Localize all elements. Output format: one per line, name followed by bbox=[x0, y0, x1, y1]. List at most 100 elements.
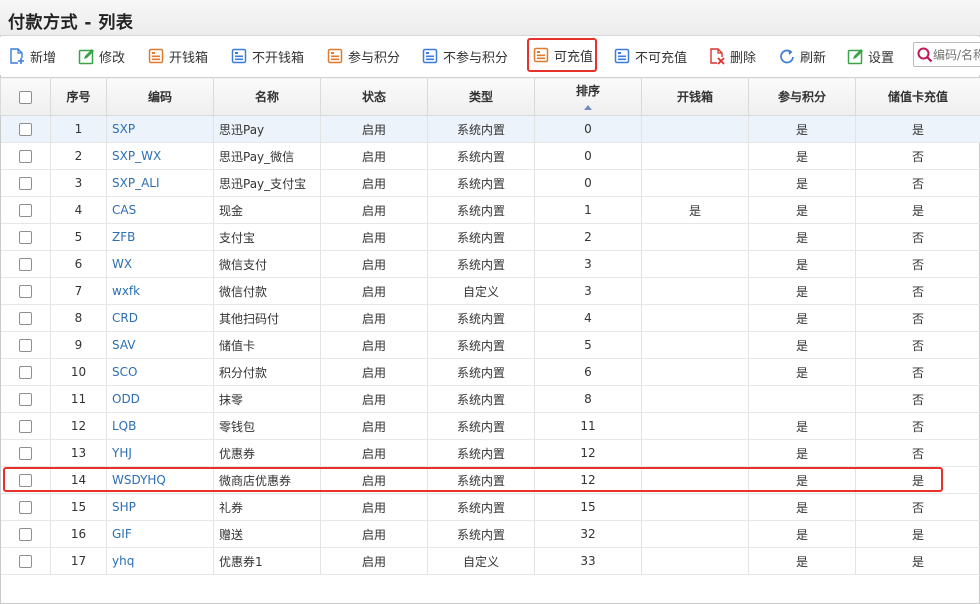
rechargeable-button[interactable]: 可充值 bbox=[527, 38, 597, 72]
cell-select[interactable] bbox=[0, 115, 51, 143]
column-header-status[interactable]: 状态 bbox=[320, 77, 428, 116]
table-row[interactable]: 17 yhq 优惠券1 启用 自定义 33 是是 bbox=[0, 547, 980, 575]
cell-select[interactable] bbox=[0, 439, 51, 467]
cell-type: 系统内置 bbox=[427, 385, 535, 413]
settings-button[interactable]: 设置 bbox=[846, 43, 894, 69]
table-row[interactable]: 16 GIF 赠送 启用 系统内置 32 是是 bbox=[0, 520, 980, 548]
cell-select[interactable] bbox=[0, 142, 51, 170]
column-header-sort[interactable]: 排序 bbox=[534, 77, 642, 116]
table-row[interactable]: 4 CAS 现金 启用 系统内置 1 是是是 bbox=[0, 196, 980, 224]
row-checkbox[interactable] bbox=[18, 339, 32, 352]
cell-code[interactable]: LQB bbox=[106, 412, 214, 440]
cell-select[interactable] bbox=[0, 520, 51, 548]
column-header-code[interactable]: 编码 bbox=[106, 77, 214, 116]
row-checkbox[interactable] bbox=[18, 312, 32, 325]
cell-select[interactable] bbox=[0, 466, 51, 494]
non-rechargeable-button[interactable]: 不可充值 bbox=[613, 43, 687, 69]
row-checkbox[interactable] bbox=[18, 555, 32, 568]
cell-code[interactable]: CRD bbox=[106, 304, 214, 332]
table-row[interactable]: 2 SXP_WX 思迅Pay_微信 启用 系统内置 0 是否 bbox=[0, 142, 980, 170]
row-checkbox[interactable] bbox=[18, 177, 32, 190]
cell-select[interactable] bbox=[0, 547, 51, 575]
edit-button[interactable]: 修改 bbox=[77, 43, 125, 69]
row-checkbox[interactable] bbox=[18, 231, 32, 244]
cell-code[interactable]: SAV bbox=[106, 331, 214, 359]
cell-code[interactable]: ODD bbox=[106, 385, 214, 413]
cell-status: 启用 bbox=[320, 547, 428, 575]
cell-code[interactable]: SXP bbox=[106, 115, 214, 143]
cell-recharge: 否 bbox=[855, 223, 980, 251]
no-cashbox-button[interactable]: 不开钱箱 bbox=[230, 43, 304, 69]
table-row[interactable]: 14 WSDYHQ 微商店优惠券 启用 系统内置 12 是是 bbox=[0, 466, 980, 494]
cell-select[interactable] bbox=[0, 277, 51, 305]
cell-select[interactable] bbox=[0, 412, 51, 440]
cell-select[interactable] bbox=[0, 385, 51, 413]
cell-status: 启用 bbox=[320, 493, 428, 521]
select-all-checkbox[interactable] bbox=[19, 90, 32, 104]
table-row[interactable]: 7 wxfk 微信付款 启用 自定义 3 是否 bbox=[0, 277, 980, 305]
row-checkbox[interactable] bbox=[18, 285, 32, 298]
table-row[interactable]: 6 WX 微信支付 启用 系统内置 3 是否 bbox=[0, 250, 980, 278]
column-header-recharge[interactable]: 储值卡充值 bbox=[855, 77, 980, 116]
cell-code[interactable]: CAS bbox=[106, 196, 214, 224]
cell-cashbox bbox=[641, 250, 749, 278]
row-checkbox[interactable] bbox=[18, 474, 32, 487]
search-input[interactable] bbox=[933, 47, 980, 62]
column-header-type[interactable]: 类型 bbox=[427, 77, 535, 116]
cell-select[interactable] bbox=[0, 331, 51, 359]
cell-code[interactable]: wxfk bbox=[106, 277, 214, 305]
table-row[interactable]: 13 YHJ 优惠券 启用 系统内置 12 是否 bbox=[0, 439, 980, 467]
open-cashbox-button[interactable]: 开钱箱 bbox=[147, 43, 208, 69]
column-header-points[interactable]: 参与积分 bbox=[748, 77, 856, 116]
row-checkbox[interactable] bbox=[18, 258, 32, 271]
cell-code[interactable]: YHJ bbox=[106, 439, 214, 467]
table-row[interactable]: 10 SCO 积分付款 启用 系统内置 6 是否 bbox=[0, 358, 980, 386]
row-checkbox[interactable] bbox=[18, 150, 32, 163]
row-checkbox[interactable] bbox=[18, 501, 32, 514]
table-row[interactable]: 5 ZFB 支付宝 启用 系统内置 2 是否 bbox=[0, 223, 980, 251]
row-checkbox[interactable] bbox=[18, 447, 32, 460]
cell-code[interactable]: SCO bbox=[106, 358, 214, 386]
no-points-button[interactable]: 不参与积分 bbox=[421, 43, 508, 69]
join-points-button[interactable]: 参与积分 bbox=[326, 43, 400, 69]
cell-code[interactable]: SXP_WX bbox=[106, 142, 214, 170]
cell-code[interactable]: yhq bbox=[106, 547, 214, 575]
cell-code[interactable]: WX bbox=[106, 250, 214, 278]
cell-code[interactable]: WSDYHQ bbox=[106, 466, 214, 494]
table-row[interactable]: 12 LQB 零钱包 启用 系统内置 11 是否 bbox=[0, 412, 980, 440]
column-header-no[interactable]: 序号 bbox=[50, 77, 107, 116]
cell-select[interactable] bbox=[0, 223, 51, 251]
row-checkbox[interactable] bbox=[18, 123, 32, 136]
cell-code[interactable]: SXP_ALI bbox=[106, 169, 214, 197]
cell-code[interactable]: GIF bbox=[106, 520, 214, 548]
cell-cashbox bbox=[641, 493, 749, 521]
search-box[interactable] bbox=[913, 42, 980, 67]
cell-select[interactable] bbox=[0, 358, 51, 386]
cell-select[interactable] bbox=[0, 196, 51, 224]
column-header-cashbox[interactable]: 开钱箱 bbox=[641, 77, 749, 116]
table-row[interactable]: 8 CRD 其他扫码付 启用 系统内置 4 是否 bbox=[0, 304, 980, 332]
cell-status: 启用 bbox=[320, 439, 428, 467]
row-checkbox[interactable] bbox=[18, 366, 32, 379]
table-row[interactable]: 9 SAV 储值卡 启用 系统内置 5 是否 bbox=[0, 331, 980, 359]
cell-select[interactable] bbox=[0, 493, 51, 521]
cell-select[interactable] bbox=[0, 169, 51, 197]
row-checkbox[interactable] bbox=[18, 393, 32, 406]
cell-select[interactable] bbox=[0, 250, 51, 278]
table-row[interactable]: 15 SHP 礼券 启用 系统内置 15 是否 bbox=[0, 493, 980, 521]
cell-points: 是 bbox=[748, 169, 856, 197]
cell-code[interactable]: ZFB bbox=[106, 223, 214, 251]
row-checkbox[interactable] bbox=[18, 420, 32, 433]
refresh-button[interactable]: 刷新 bbox=[778, 43, 826, 69]
add-button[interactable]: 新增 bbox=[8, 43, 56, 69]
cell-code[interactable]: SHP bbox=[106, 493, 214, 521]
cell-select[interactable] bbox=[0, 304, 51, 332]
table-row[interactable]: 3 SXP_ALI 思迅Pay_支付宝 启用 系统内置 0 是否 bbox=[0, 169, 980, 197]
table-row[interactable]: 11 ODD 抹零 启用 系统内置 8 否 bbox=[0, 385, 980, 413]
delete-button[interactable]: 删除 bbox=[708, 43, 756, 69]
row-checkbox[interactable] bbox=[18, 528, 32, 541]
column-header-name[interactable]: 名称 bbox=[213, 77, 321, 116]
select-all-header[interactable] bbox=[0, 77, 51, 116]
row-checkbox[interactable] bbox=[18, 204, 32, 217]
table-row[interactable]: 1 SXP 思迅Pay 启用 系统内置 0 是是 bbox=[0, 115, 980, 143]
